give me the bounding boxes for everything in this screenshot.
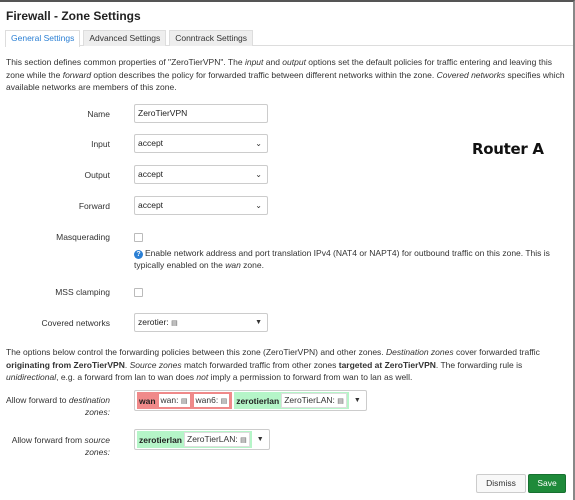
dest-zones-label: Allow forward to destination zones: — [6, 395, 110, 417]
network-icon: ▤ — [180, 398, 188, 405]
chevron-down-icon: ⌄ — [255, 139, 262, 148]
forward-select[interactable]: accept ⌄ — [134, 196, 268, 215]
network-zerotierlan: ZeroTierLAN: ▤ — [281, 393, 347, 408]
network-icon: ▤ — [337, 398, 344, 405]
network-wan6: wan6: ▤ — [192, 393, 231, 408]
dropdown-arrow-icon[interactable]: ▼ — [351, 397, 364, 404]
tab-conntrack-settings[interactable]: Conntrack Settings — [169, 30, 254, 46]
tab-general-settings[interactable]: General Settings — [5, 30, 81, 47]
source-zones-label: Allow forward from source zones: — [11, 435, 110, 457]
zone-badge-zerotierlan: zerotierlan ZeroTierLAN: ▤ — [137, 431, 252, 448]
covered-networks-label: Covered networks — [41, 318, 110, 328]
source-zones-select[interactable]: zerotierlan ZeroTierLAN: ▤ ▼ — [134, 429, 270, 450]
name-label: Name — [87, 109, 110, 119]
network-zerotierlan: ZeroTierLAN: ▤ — [184, 432, 250, 447]
network-wan: wan: ▤ — [157, 393, 191, 408]
masquerading-checkbox[interactable] — [134, 233, 143, 242]
input-label: Input — [91, 139, 110, 149]
tab-advanced-settings[interactable]: Advanced Settings — [83, 30, 167, 46]
output-label: Output — [84, 170, 110, 180]
page-title: Firewall - Zone Settings — [6, 9, 141, 23]
covered-networks-select[interactable]: zerotier: ▤ ▼ — [134, 313, 268, 332]
forwarding-description: The options below control the forwarding… — [6, 347, 540, 382]
dropdown-arrow-icon[interactable]: ▼ — [254, 436, 267, 443]
tab-bar: General Settings Advanced Settings Connt… — [5, 30, 573, 47]
save-button[interactable]: Save — [528, 474, 566, 493]
mss-clamping-label: MSS clamping — [55, 287, 110, 297]
mss-clamping-checkbox[interactable] — [134, 288, 143, 297]
dismiss-button[interactable]: Dismiss — [476, 474, 526, 493]
network-icon: ▤ — [220, 398, 228, 405]
masquerading-label: Masquerading — [56, 232, 110, 242]
zone-badge-wan: wan wan: ▤ wan6: ▤ — [137, 392, 233, 409]
section-description: This section defines common properties o… — [6, 57, 565, 92]
chevron-down-icon: ⌄ — [255, 201, 262, 210]
dest-zones-select[interactable]: wan wan: ▤ wan6: ▤ zerotierlan ZeroTierLAN:… — [134, 390, 367, 411]
forward-label: Forward — [78, 201, 110, 211]
network-icon: ▤ — [240, 437, 247, 444]
chevron-down-icon: ⌄ — [255, 170, 262, 179]
input-select[interactable]: accept ⌄ — [134, 134, 268, 153]
masquerading-help: ? Enable network address and port transla… — [134, 248, 550, 270]
output-select[interactable]: accept ⌄ — [134, 165, 268, 184]
dropdown-arrow-icon: ▼ — [255, 319, 262, 326]
name-input[interactable]: ZeroTierVPN — [134, 104, 268, 123]
help-icon: ? — [134, 250, 143, 259]
zone-badge-zerotierlan: zerotierlan ZeroTierLAN: ▤ — [234, 392, 349, 409]
network-icon: ▤ — [171, 320, 178, 327]
router-label-overlay: Router A — [472, 140, 544, 158]
